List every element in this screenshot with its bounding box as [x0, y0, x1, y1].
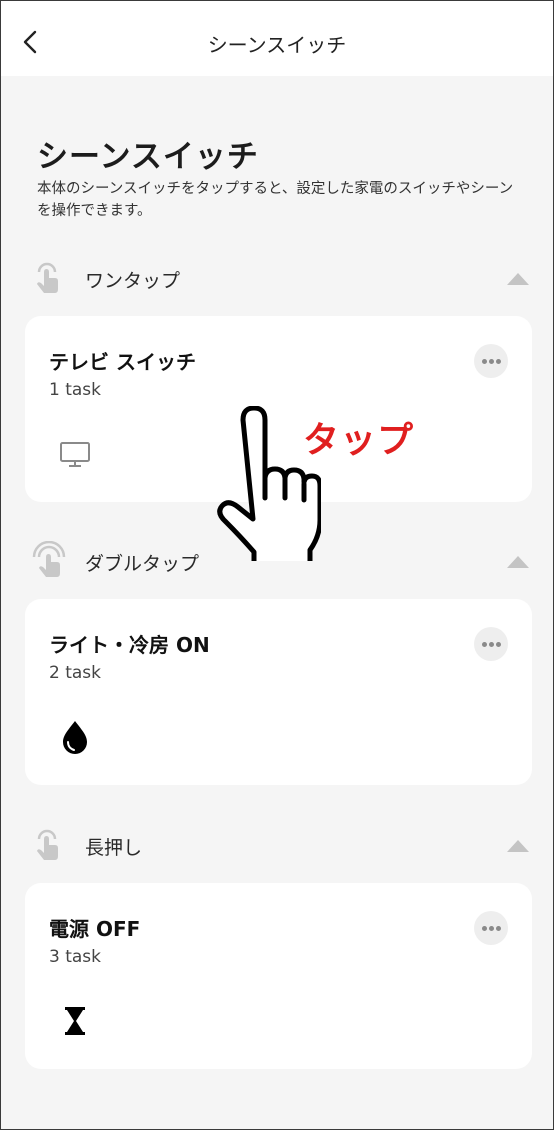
card-task-count: 2 task	[49, 663, 102, 683]
collapse-triangle-icon[interactable]	[506, 555, 530, 569]
app-screen: シーンスイッチ シーンスイッチ 本体のシーンスイッチをタップすると、設定した家電…	[0, 0, 554, 1130]
collapse-triangle-icon[interactable]	[506, 272, 530, 286]
more-options-button[interactable]	[474, 344, 508, 378]
dot	[489, 926, 494, 931]
card-task-count: 1 task	[49, 380, 102, 400]
dot	[489, 359, 494, 364]
tv-icon	[60, 442, 90, 467]
page-title: シーンスイッチ	[37, 139, 259, 175]
single-tap-icon	[37, 262, 58, 293]
section-header-single-tap: ワンタップ	[1, 258, 553, 298]
card-title: テレビ スイッチ	[49, 350, 196, 374]
section-header-long-press: 長押し	[1, 825, 553, 865]
dot	[496, 642, 501, 647]
section-label-single-tap: ワンタップ	[85, 270, 181, 292]
card-task-count: 3 task	[49, 947, 102, 967]
scene-card-long-press[interactable]: 電源 OFF 3 task	[25, 883, 532, 1069]
card-title: ライト・冷房 ON	[49, 633, 210, 657]
more-options-button[interactable]	[474, 911, 508, 945]
dot	[496, 359, 501, 364]
more-options-button[interactable]	[474, 627, 508, 661]
dot	[482, 642, 487, 647]
section-label-double-tap: ダブルタップ	[85, 553, 200, 575]
dot	[489, 642, 494, 647]
water-drop-icon	[63, 721, 87, 754]
dot	[482, 926, 487, 931]
section-label-long-press: 長押し	[85, 837, 143, 859]
dot	[482, 359, 487, 364]
card-title: 電源 OFF	[49, 917, 141, 941]
nav-bar: シーンスイッチ	[1, 1, 553, 76]
nav-title: シーンスイッチ	[207, 33, 347, 57]
double-tap-icon	[32, 541, 66, 577]
dot	[496, 926, 501, 931]
tap-annotation-label: タップ	[303, 420, 415, 461]
scene-card-double-tap[interactable]: ライト・冷房 ON 2 task	[25, 599, 532, 785]
collapse-triangle-icon[interactable]	[506, 839, 530, 853]
page-description: 本体のシーンスイッチをタップすると、設定した家電のスイッチやシーンを操作できます…	[37, 181, 514, 219]
long-press-icon	[37, 829, 58, 860]
hourglass-icon	[65, 1007, 85, 1035]
